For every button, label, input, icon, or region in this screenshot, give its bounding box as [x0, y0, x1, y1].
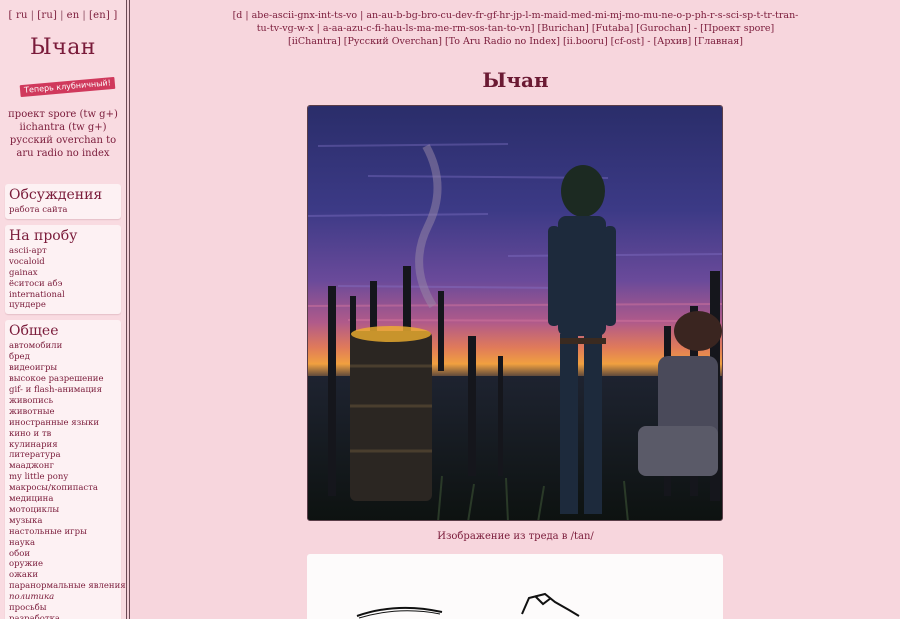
sidebar-board-link[interactable]: кулинария [9, 440, 117, 451]
sidebar-board-link[interactable]: просьбы [9, 603, 117, 614]
sunset-artwork [308, 106, 722, 520]
sidebar-board-link[interactable]: автомобили [9, 341, 117, 352]
image-caption: Изображение из треда в /tan/ [437, 531, 594, 542]
language-switcher: [ ru | [ru] | en | [en] ] [8, 10, 118, 21]
sidebar: [ ru | [ru] | en | [en] ] Ычан Теперь клубничн… [0, 0, 126, 619]
sidebar-board-link[interactable]: vocaloid [9, 257, 117, 268]
sidebar-board-link[interactable]: паранормальные явления [9, 581, 126, 592]
lang-link-ru-bracket[interactable]: [ru] [37, 10, 57, 21]
page-title: Ычан [482, 68, 549, 92]
featured-image[interactable] [307, 105, 723, 521]
sidebar-board-link[interactable]: высокое разрешение [9, 374, 117, 385]
section-title: На пробу [9, 227, 78, 244]
sidebar-board-link[interactable]: музыка [9, 516, 117, 527]
section-list: работа сайта [9, 205, 117, 216]
section-discussions: Обсуждения работа сайта [5, 184, 121, 219]
sidebar-board-link[interactable]: цундере [9, 300, 117, 311]
sidebar-board-link[interactable]: оружие [9, 559, 117, 570]
sidebar-board-link[interactable]: живопись [9, 396, 117, 407]
logo-badge: Теперь клубничный! [19, 76, 116, 98]
section-trial: На пробу ascii-арт vocaloid gainax ёситоси … [5, 224, 121, 315]
sidebar-board-link[interactable]: кино и тв [9, 429, 117, 440]
sidebar-board-link[interactable]: ёситоси абэ [9, 279, 117, 290]
sidebar-board-link[interactable]: gainax [9, 268, 117, 279]
sidebar-board-link[interactable]: international [9, 290, 117, 301]
sidebar-board-link[interactable]: политика [9, 592, 117, 603]
section-title: Общее [9, 323, 59, 340]
sidebar-board-link[interactable]: настольные игры [9, 527, 117, 538]
section-list: ascii-арт vocaloid gainax ёситоси абэ intern… [9, 246, 117, 311]
sidebar-board-link[interactable]: животные [9, 407, 117, 418]
lang-link-ru[interactable]: [ ru [9, 10, 28, 21]
logo-title[interactable]: Ычан [0, 35, 126, 60]
sketch-artwork [356, 592, 580, 619]
sidebar-board-link[interactable]: мотоциклы [9, 505, 117, 516]
sidebar-board-link[interactable]: my little pony [9, 472, 117, 483]
sidebar-board-link[interactable]: ascii-арт [9, 246, 117, 257]
sidebar-board-link[interactable]: наука [9, 538, 117, 549]
sidebar-board-link[interactable]: бред [9, 352, 117, 363]
second-image[interactable] [307, 554, 723, 619]
sidebar-board-link[interactable]: иностранные языки [9, 418, 117, 429]
sidebar-board-link[interactable]: литература [9, 450, 117, 461]
section-title: Обсуждения [9, 187, 103, 203]
lang-link-en[interactable]: en [67, 10, 80, 21]
section-list: автомобили бред видеоигры высокое разрешени… [9, 341, 126, 619]
sidebar-board-link[interactable]: видеоигры [9, 363, 117, 374]
sidebar-board-link[interactable]: ожаки [9, 570, 117, 581]
sidebar-board-link[interactable]: работа сайта [9, 205, 117, 216]
sidebar-board-link[interactable]: gif- и flash-анимация [9, 385, 117, 396]
sidebar-divider[interactable] [126, 0, 130, 619]
section-general: Общее автомобили бред видеоигры высокое раз… [5, 320, 126, 619]
sidebar-board-link[interactable]: обои [9, 549, 117, 560]
board-navigation[interactable]: [d | abe-ascii-gnx-int-ts-vo | an-au-b-b… [131, 0, 900, 48]
sidebar-board-link[interactable]: мааджонг [9, 461, 117, 472]
projects-links[interactable]: проект spore (tw g+) iichantra (tw g+) р… [0, 108, 126, 160]
sidebar-board-link[interactable]: медицина [9, 494, 117, 505]
sidebar-board-link[interactable]: макросы/копипаста [9, 483, 117, 494]
site-logo[interactable]: Ычан Теперь клубничный! [0, 21, 126, 98]
lang-link-en-bracket[interactable]: [en] ] [89, 10, 117, 21]
sidebar-board-link[interactable]: разработка [9, 614, 117, 619]
main-content: [d | abe-ascii-gnx-int-ts-vo | an-au-b-b… [131, 0, 900, 619]
